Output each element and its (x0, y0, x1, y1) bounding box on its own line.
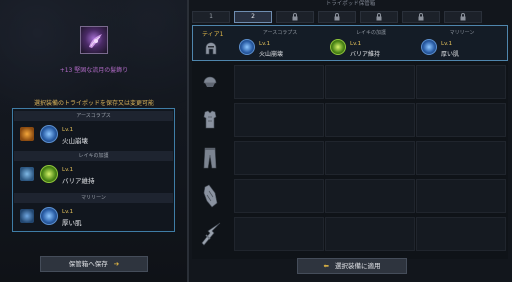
fire-skill-icon (40, 125, 58, 143)
empty-slot[interactable] (234, 103, 324, 137)
helmet-icon (205, 42, 217, 55)
tripod-row[interactable]: Lv.1 厚い肌 (14, 203, 173, 231)
tripod-category-label: アースコラプス (14, 111, 173, 121)
empty-slot[interactable] (416, 65, 506, 99)
tripod-row[interactable]: Lv.1 火山崩壊 (14, 121, 173, 149)
gloves-icon (203, 184, 218, 208)
storage-row[interactable] (192, 101, 508, 139)
boots-icon (20, 209, 34, 223)
tripod-current-panel: +13 堅固な流月の髪飾り 選択装備のトライポッドを保存又は変更可能 アースコラ… (0, 0, 188, 282)
lock-icon (334, 13, 340, 21)
tab-locked[interactable] (360, 11, 398, 23)
empty-slot[interactable] (416, 103, 506, 137)
skin-skill-icon (421, 39, 437, 55)
empty-slot[interactable] (416, 179, 506, 213)
tripod-level: Lv.1 (62, 127, 74, 133)
empty-slot[interactable] (234, 65, 324, 99)
column-header: マリリーン (449, 30, 475, 36)
tab-1[interactable]: 1 (192, 11, 230, 23)
current-tripod-list: アースコラプス Lv.1 火山崩壊 レイキの加護 Lv.1 バリア維持 マリリー… (12, 108, 175, 232)
empty-slot[interactable] (234, 217, 324, 251)
tripod-level: Lv.1 (441, 41, 453, 47)
panel-title: トライポッド保管箱 (325, 1, 376, 7)
tripod-level: Lv.1 (350, 41, 362, 47)
apply-button-label: 選択装備に適用 (334, 262, 381, 270)
tripod-skill-name: バリア維持 (62, 177, 95, 185)
tab-locked[interactable] (276, 11, 314, 23)
tripod-level: Lv.1 (62, 209, 74, 215)
shoulder-icon (203, 76, 217, 87)
weapon-icon (201, 222, 221, 246)
item-name: +13 堅固な流月の髪飾り (59, 67, 129, 74)
storage-row[interactable] (192, 139, 508, 177)
tripod-skill-name: 厚い肌 (441, 51, 460, 58)
barrier-skill-icon (40, 165, 58, 183)
empty-slot[interactable] (416, 141, 506, 175)
skin-skill-icon (40, 207, 58, 225)
empty-slot[interactable] (325, 141, 415, 175)
tripod-category-label: マリリーン (14, 193, 173, 203)
tripod-skill-name: 火山崩壊 (259, 51, 284, 58)
storage-row[interactable] (192, 63, 508, 101)
lock-icon (460, 13, 466, 21)
empty-slot[interactable] (325, 65, 415, 99)
armor-icon (20, 167, 34, 181)
empty-slot[interactable] (416, 217, 506, 251)
tab-locked[interactable] (318, 11, 356, 23)
tripod-level: Lv.1 (62, 167, 74, 173)
empty-slot[interactable] (325, 217, 415, 251)
tripod-skill-name: 厚い肌 (62, 219, 82, 227)
tripod-row[interactable]: Lv.1 バリア維持 (14, 161, 173, 189)
ring-icon (20, 127, 34, 141)
background-decoration (0, 0, 188, 110)
tripod-category-label: レイキの加護 (14, 151, 173, 161)
tier-label: ティア1 (202, 31, 224, 38)
tripod-level: Lv.1 (259, 41, 271, 47)
empty-slot[interactable] (234, 141, 324, 175)
tab-locked[interactable] (444, 11, 482, 23)
lock-icon (418, 13, 424, 21)
pants-icon (203, 147, 217, 169)
tab-locked[interactable] (402, 11, 440, 23)
lock-icon (376, 13, 382, 21)
arrow-left-icon: ⬅ (323, 262, 329, 270)
storage-row[interactable] (192, 215, 508, 255)
column-header: アースコラプス (262, 30, 298, 36)
hair-ornament-icon (89, 34, 102, 48)
empty-slot[interactable] (325, 103, 415, 137)
tier-row-selected[interactable]: ティア1 アースコラプス レイキの加護 マリリーン Lv.1 火山崩壊 Lv.1… (192, 25, 508, 61)
lock-icon (292, 13, 298, 21)
arrow-right-icon: ➔ (113, 260, 120, 268)
apply-to-equipment-button[interactable]: ⬅ 選択装備に適用 (297, 258, 407, 274)
item-icon[interactable] (80, 26, 108, 54)
tripod-skill-name: 火山崩壊 (62, 137, 88, 145)
column-header: レイキの加護 (355, 30, 386, 36)
tripod-skill-name: バリア維持 (350, 51, 381, 58)
instruction-text: 選択装備のトライポッドを保存又は変更可能 (33, 100, 154, 107)
chest-icon (203, 110, 217, 129)
empty-slot[interactable] (325, 179, 415, 213)
save-to-storage-button[interactable]: 保管箱へ保存 ➔ (40, 256, 148, 272)
fire-skill-icon (239, 39, 255, 55)
tripod-storage-grid: ティア1 アースコラプス レイキの加護 マリリーン Lv.1 火山崩壊 Lv.1… (192, 25, 508, 259)
storage-row[interactable] (192, 177, 508, 215)
save-button-label: 保管箱へ保存 (68, 260, 108, 268)
tab-2[interactable]: 2 (234, 11, 272, 23)
empty-slot[interactable] (234, 179, 324, 213)
tripod-storage-panel: トライポッド保管箱 1 2 ティア1 アースコラプス レイキの加護 マリリーン (189, 0, 512, 282)
barrier-skill-icon (330, 39, 346, 55)
storage-tabs: 1 2 (192, 11, 508, 23)
